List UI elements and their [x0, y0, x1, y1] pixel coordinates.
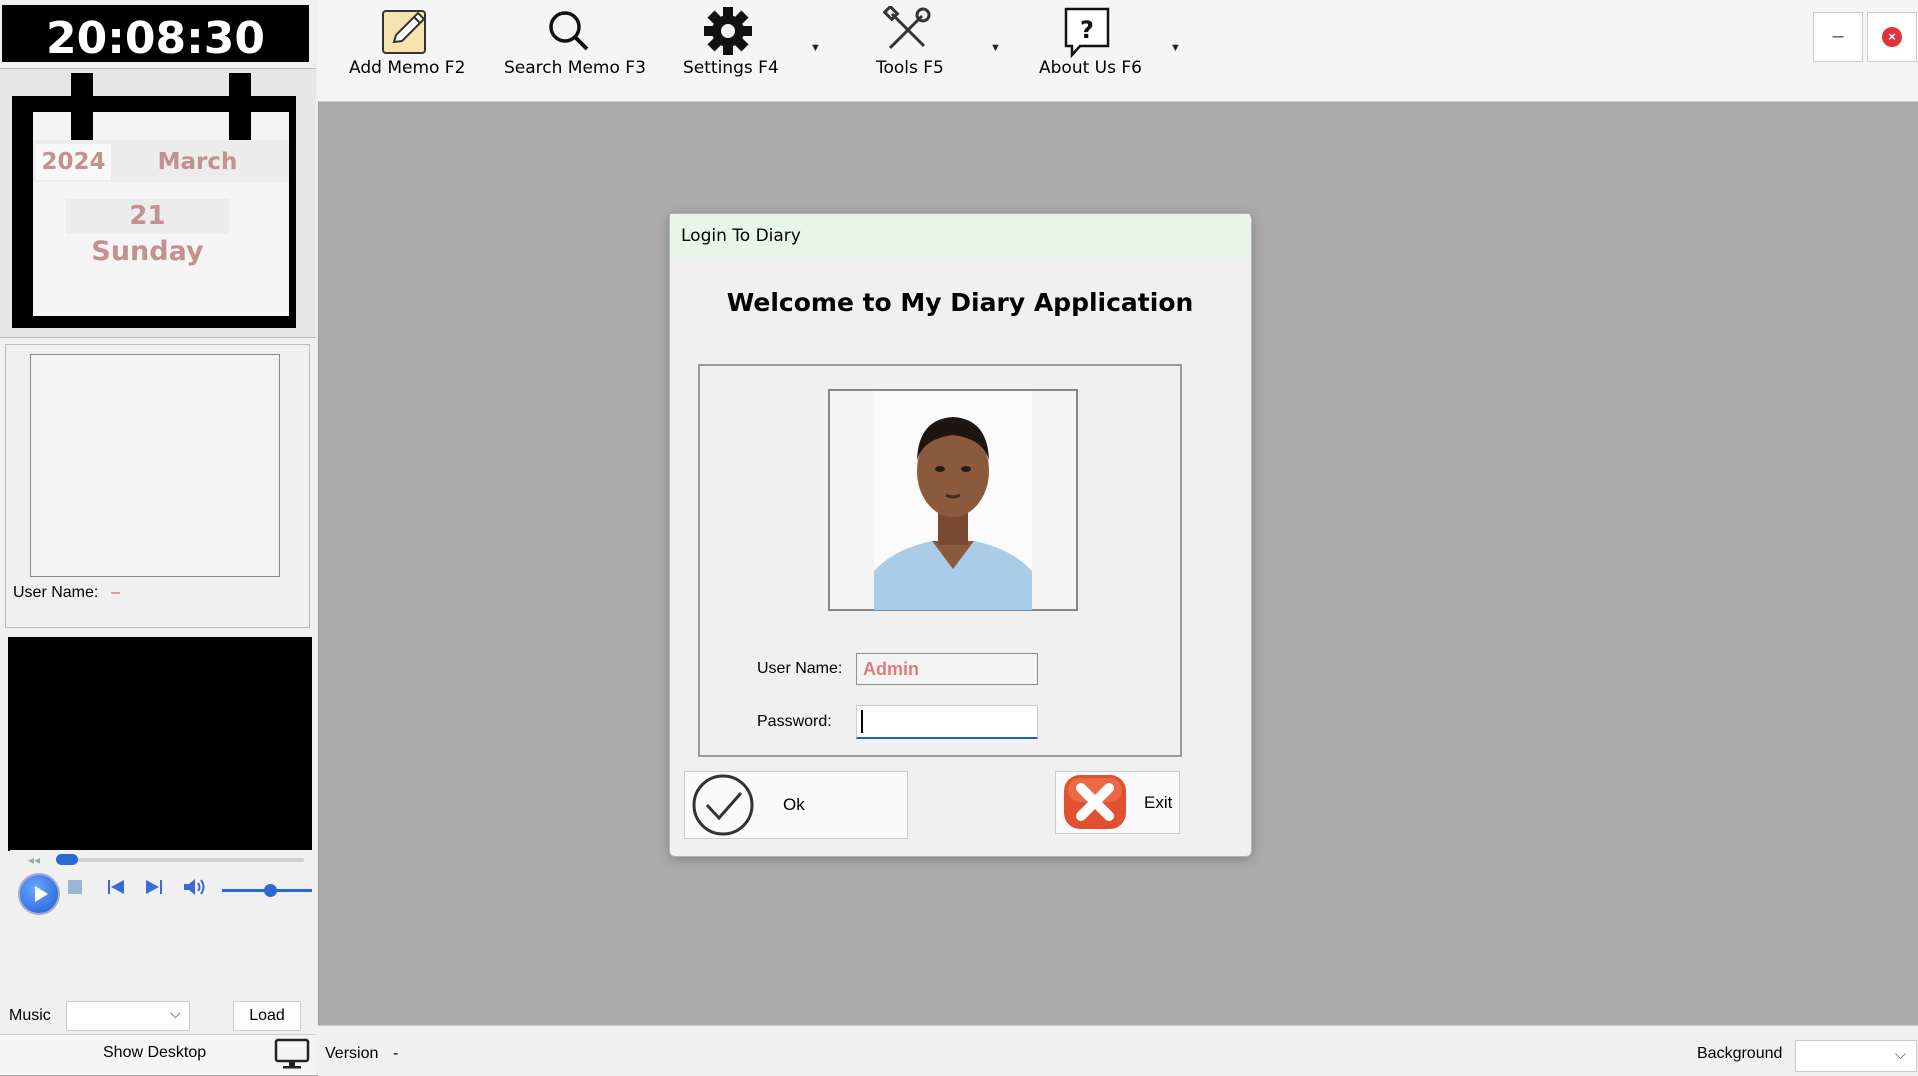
gear-icon[interactable]	[703, 6, 753, 61]
play-icon[interactable]	[18, 873, 60, 915]
search-memo-button[interactable]: Search Memo F3	[504, 58, 646, 78]
calendar-year: 2024	[36, 144, 111, 180]
tools-icon[interactable]	[882, 4, 932, 61]
exit-label[interactable]: Exit	[1144, 793, 1172, 813]
calendar-day: 21	[129, 201, 166, 231]
help-icon[interactable]: ?	[1062, 6, 1112, 63]
add-memo-button[interactable]: Add Memo F2	[349, 58, 465, 78]
exit-x-icon[interactable]	[1060, 773, 1130, 836]
pencil-note-icon[interactable]	[378, 6, 434, 56]
seek-handle[interactable]	[56, 854, 78, 865]
login-password-field[interactable]	[856, 705, 1038, 739]
login-password-label: Password:	[757, 713, 832, 730]
tools-button[interactable]: Tools F5	[876, 58, 944, 78]
login-user-name-field[interactable]: Admin	[856, 653, 1038, 685]
user-photo	[30, 354, 280, 577]
user-name-label: User Name:	[13, 584, 99, 601]
version-label: Version	[325, 1045, 379, 1062]
dropdown-arrow-icon[interactable]: ▼	[990, 42, 1001, 54]
clock-display: 20:08:30	[2, 5, 309, 64]
calendar-weekday: Sunday	[91, 236, 204, 267]
welcome-heading: Welcome to My Diary Application	[726, 288, 1194, 317]
settings-button[interactable]: Settings F4	[683, 58, 779, 78]
volume-handle[interactable]	[264, 884, 277, 897]
dialog-title: Login To Diary	[681, 226, 801, 246]
load-button[interactable]: Load	[233, 1001, 301, 1031]
close-icon[interactable]: ×	[1882, 27, 1902, 47]
music-label: Music	[9, 1007, 51, 1024]
search-icon[interactable]	[546, 8, 592, 59]
volume-icon[interactable]	[182, 877, 208, 902]
chevron-down-icon[interactable]: ⌵	[170, 1005, 181, 1022]
media-player-screen[interactable]	[8, 637, 312, 851]
login-user-name-label: User Name:	[757, 660, 843, 677]
profile-photo	[874, 391, 1032, 610]
minimize-button[interactable]: –	[1813, 12, 1863, 62]
version-value: -	[393, 1045, 399, 1062]
status-bar	[318, 1025, 1918, 1076]
prev-icon[interactable]	[106, 879, 126, 900]
background-label: Background	[1697, 1045, 1783, 1062]
dropdown-arrow-icon[interactable]: ▼	[810, 42, 821, 54]
show-desktop-label[interactable]: Show Desktop	[103, 1044, 206, 1062]
dropdown-arrow-icon[interactable]: ▼	[1170, 42, 1181, 54]
stop-icon[interactable]	[68, 880, 82, 894]
text-caret	[861, 710, 863, 733]
user-name-value: –	[111, 584, 120, 601]
chevron-down-icon[interactable]: ⌵	[1895, 1046, 1906, 1063]
calendar-month: March	[157, 149, 238, 175]
about-us-button[interactable]: About Us F6	[1039, 58, 1142, 78]
ok-label[interactable]: Ok	[783, 795, 805, 815]
next-icon[interactable]	[144, 879, 164, 900]
monitor-icon[interactable]	[274, 1037, 310, 1076]
rewind-icon[interactable]: ◂◂	[28, 853, 40, 867]
check-icon[interactable]	[687, 773, 761, 842]
seek-bar[interactable]	[56, 858, 304, 862]
svg-text:?: ?	[1080, 16, 1094, 44]
